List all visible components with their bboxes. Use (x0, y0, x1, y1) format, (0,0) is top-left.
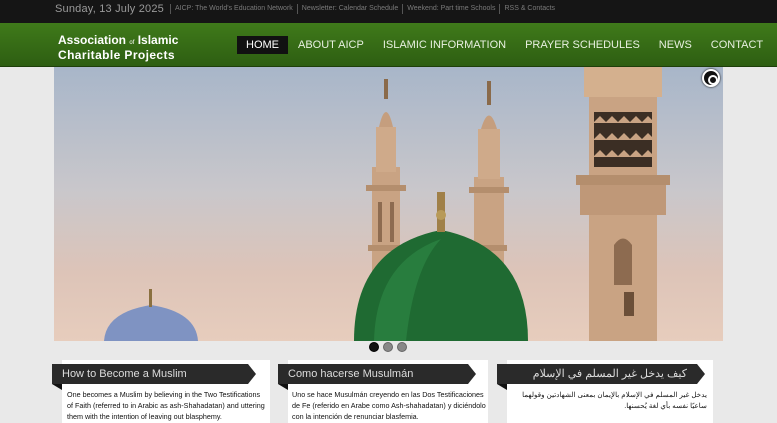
card-arabic: كيف يدخل غير المسلم في الإسلام يدخل غير … (497, 360, 713, 423)
logo-word-islamic: Islamic (137, 33, 179, 47)
top-bar: Sunday, 13 July 2025 AICP: The World's E… (0, 0, 777, 23)
blue-dome (104, 305, 198, 341)
slider-pause-button[interactable] (702, 69, 720, 87)
nav-prayer-schedules[interactable]: PRAYER SCHEDULES (516, 36, 649, 54)
logo-word-association: Association (58, 33, 127, 47)
main-menu: HOME ABOUT AICP ISLAMIC INFORMATION PRAY… (237, 36, 773, 54)
top-link-newsletter[interactable]: Newsletter: Calendar Schedule (296, 4, 403, 14)
ribbon-fold (52, 384, 62, 390)
top-link-weekend[interactable]: Weekend: Part time Schools (402, 4, 499, 14)
ribbon-fold (278, 384, 288, 390)
card-text: One becomes a Muslim by believing in the… (67, 390, 265, 421)
slider-pagination (369, 342, 411, 352)
right-minaret (576, 67, 670, 341)
ribbon-fold (497, 384, 507, 390)
slider-dot-3[interactable] (397, 342, 407, 352)
mosque-illustration (104, 67, 670, 341)
main-navbar: Association of Islamic Charitable Projec… (0, 23, 777, 67)
top-link-education[interactable]: AICP: The World's Education Network (169, 4, 297, 14)
nav-contact[interactable]: CONTACT (702, 36, 772, 54)
card-how-to-become-muslim: How to Become a Muslim One becomes a Mus… (52, 360, 270, 423)
card-title[interactable]: Como hacerse Musulmán (278, 364, 476, 384)
nav-islamic-information[interactable]: ISLAMIC INFORMATION (374, 36, 515, 54)
card-title[interactable]: كيف يدخل غير المسلم في الإسلام (497, 364, 705, 384)
nav-news[interactable]: NEWS (650, 36, 701, 54)
top-links: AICP: The World's Education Network News… (169, 4, 559, 14)
slider-dot-1[interactable] (369, 342, 379, 352)
card-text: Uno se hace Musulmán creyendo en las Dos… (292, 390, 486, 421)
nav-about[interactable]: ABOUT AICP (289, 36, 373, 54)
hero-slider-image (54, 67, 723, 341)
top-link-rss[interactable]: RSS & Contacts (499, 4, 559, 14)
card-text: يدخل غير المسلم في الإسلام بالإيمان بمعن… (522, 390, 707, 410)
current-date: Sunday, 13 July 2025 (55, 3, 164, 15)
logo-word-of: of (129, 40, 135, 46)
card-como-hacerse-musulman: Como hacerse Musulmán Uno se hace Musulm… (278, 360, 488, 423)
site-logo[interactable]: Association of Islamic Charitable Projec… (58, 34, 178, 61)
blue-dome-finial (149, 289, 152, 307)
slider-dot-2[interactable] (383, 342, 393, 352)
logo-line-2: Charitable Projects (58, 48, 175, 62)
card-title[interactable]: How to Become a Muslim (52, 364, 256, 384)
nav-home[interactable]: HOME (237, 36, 288, 54)
